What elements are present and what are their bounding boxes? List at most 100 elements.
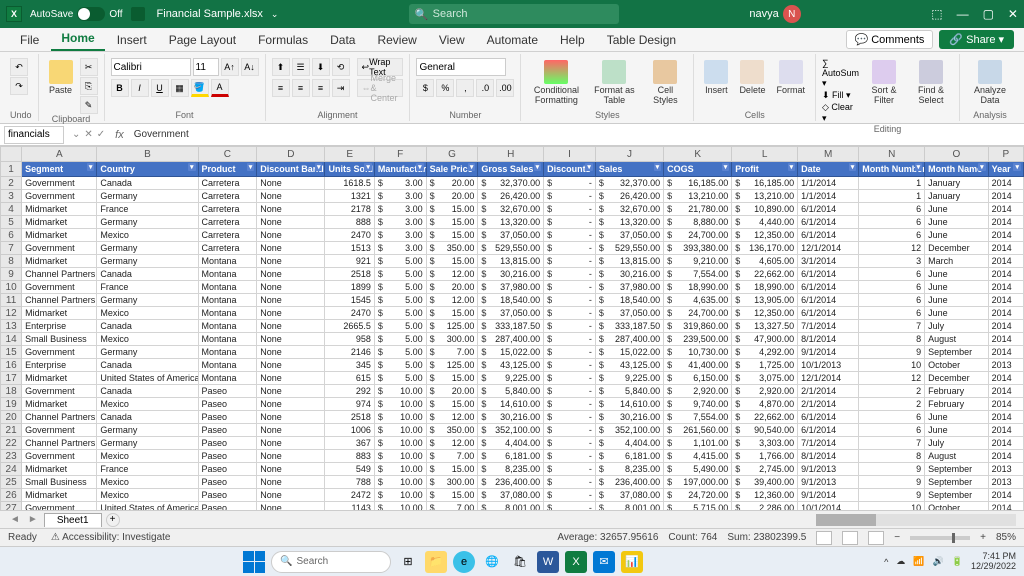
cell[interactable]: 1/1/2014 — [798, 190, 859, 203]
name-box[interactable]: financials — [4, 126, 64, 144]
cell[interactable]: Canada — [97, 320, 198, 333]
cell[interactable]: None — [257, 411, 325, 424]
row-header[interactable]: 2 — [1, 177, 22, 190]
cell[interactable]: 7 — [859, 320, 925, 333]
underline-button[interactable]: U — [151, 79, 169, 97]
percent-button[interactable]: % — [436, 79, 454, 97]
align-left-button[interactable]: ≡ — [272, 79, 290, 97]
cell[interactable]: Carretera — [198, 216, 257, 229]
cell[interactable]: Germany — [97, 294, 198, 307]
cell[interactable]: June — [925, 203, 988, 216]
cell[interactable]: 2014 — [988, 450, 1023, 463]
cell[interactable]: 2472 — [325, 489, 374, 502]
cell[interactable]: 1,725.00 — [732, 359, 798, 372]
field-header[interactable]: Discount Band — [257, 162, 325, 177]
cell[interactable]: 47,900.00 — [732, 333, 798, 346]
cell[interactable]: 7.00 — [426, 346, 478, 359]
cell[interactable]: 6 — [859, 281, 925, 294]
cell[interactable]: 125.00 — [426, 320, 478, 333]
cell[interactable]: - — [544, 398, 596, 411]
cell[interactable]: 5.00 — [374, 255, 426, 268]
cell[interactable]: 13,815.00 — [595, 255, 663, 268]
cell[interactable]: 10.00 — [374, 450, 426, 463]
cell[interactable]: 615 — [325, 372, 374, 385]
cell[interactable]: - — [544, 463, 596, 476]
cell[interactable]: 549 — [325, 463, 374, 476]
cell[interactable]: France — [97, 203, 198, 216]
cell[interactable]: - — [544, 177, 596, 190]
cell[interactable]: Montana — [198, 307, 257, 320]
cell[interactable]: 6 — [859, 216, 925, 229]
cell[interactable]: 8,235.00 — [478, 463, 544, 476]
cell[interactable]: Montana — [198, 346, 257, 359]
cell[interactable]: 2014 — [988, 502, 1023, 511]
cell[interactable]: 4,440.00 — [732, 216, 798, 229]
paste-button[interactable]: Paste — [45, 58, 77, 97]
cell[interactable]: July — [925, 437, 988, 450]
tab-insert[interactable]: Insert — [107, 29, 157, 51]
edge-icon[interactable]: e — [453, 551, 475, 573]
volume-icon[interactable]: 🔊 — [933, 556, 944, 567]
cell[interactable]: None — [257, 333, 325, 346]
cell[interactable]: 2014 — [988, 411, 1023, 424]
cell[interactable]: 2014 — [988, 190, 1023, 203]
field-header[interactable]: Sale Price — [426, 162, 478, 177]
cell[interactable]: Montana — [198, 281, 257, 294]
font-name-select[interactable] — [111, 58, 191, 76]
cell[interactable]: Montana — [198, 255, 257, 268]
row-header[interactable]: 4 — [1, 203, 22, 216]
cell[interactable]: 136,170.00 — [732, 242, 798, 255]
zoom-slider[interactable] — [910, 536, 970, 540]
cell[interactable]: Canada — [97, 359, 198, 372]
cell[interactable]: 6 — [859, 229, 925, 242]
cell[interactable]: Paseo — [198, 398, 257, 411]
tab-file[interactable]: File — [10, 29, 49, 51]
cell[interactable]: 2014 — [988, 242, 1023, 255]
share-button[interactable]: 🔗 Share ▾ — [939, 30, 1014, 49]
cell[interactable]: 10.00 — [374, 476, 426, 489]
cell[interactable]: 12.00 — [426, 437, 478, 450]
minimize-icon[interactable]: — — [957, 7, 969, 21]
cell[interactable]: Government — [22, 502, 97, 511]
cell[interactable]: 16,185.00 — [732, 177, 798, 190]
cell[interactable]: Channel Partners — [22, 411, 97, 424]
cell[interactable]: Government — [22, 190, 97, 203]
cell[interactable]: 393,380.00 — [664, 242, 732, 255]
cell[interactable]: 3/1/2014 — [798, 255, 859, 268]
word-icon[interactable]: W — [537, 551, 559, 573]
cell[interactable]: 4,870.00 — [732, 398, 798, 411]
cell[interactable]: June — [925, 294, 988, 307]
cell[interactable]: Mexico — [97, 450, 198, 463]
cell[interactable]: 3.00 — [374, 242, 426, 255]
cell[interactable]: Montana — [198, 372, 257, 385]
cell[interactable]: 5.00 — [374, 307, 426, 320]
cell[interactable]: 1 — [859, 177, 925, 190]
tray-chevron-icon[interactable]: ^ — [884, 557, 888, 567]
cell[interactable]: 2014 — [988, 385, 1023, 398]
cell[interactable]: - — [544, 320, 596, 333]
cell[interactable]: 32,370.00 — [478, 177, 544, 190]
cell[interactable]: Paseo — [198, 489, 257, 502]
cell[interactable]: 319,860.00 — [664, 320, 732, 333]
sort-filter-button[interactable]: Sort & Filter — [862, 58, 906, 107]
powerbi-icon[interactable]: 📊 — [621, 551, 643, 573]
chevron-down-icon[interactable]: ⌄ — [271, 9, 279, 20]
battery-icon[interactable]: 🔋 — [952, 556, 963, 567]
cell[interactable]: 9/1/2013 — [798, 476, 859, 489]
column-header[interactable]: H — [478, 147, 544, 162]
cell[interactable]: August — [925, 333, 988, 346]
cell[interactable]: None — [257, 424, 325, 437]
cell[interactable]: 12 — [859, 372, 925, 385]
cell[interactable]: 10,890.00 — [732, 203, 798, 216]
row-header[interactable]: 1 — [1, 162, 22, 177]
cell[interactable]: 12 — [859, 242, 925, 255]
cell[interactable]: 3.00 — [374, 190, 426, 203]
cell[interactable]: 5,840.00 — [595, 385, 663, 398]
cell[interactable]: United States of America — [97, 502, 198, 511]
cell[interactable]: 4,404.00 — [595, 437, 663, 450]
cell[interactable]: None — [257, 320, 325, 333]
column-header[interactable]: M — [798, 147, 859, 162]
row-header[interactable]: 14 — [1, 333, 22, 346]
cell[interactable]: 5.00 — [374, 281, 426, 294]
cell[interactable]: - — [544, 307, 596, 320]
